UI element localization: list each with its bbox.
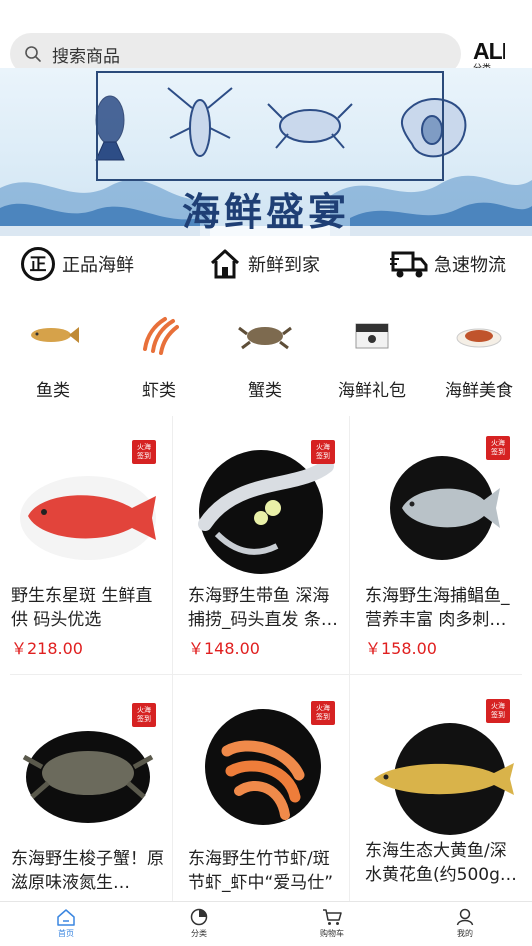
banner-fish-icon — [95, 95, 125, 161]
feature-fresh: 新鲜到家 — [208, 246, 320, 282]
product-image: 火海 签到 — [0, 679, 176, 839]
seafood-dish-category-icon — [426, 312, 532, 358]
category-giftbox[interactable]: 海鲜礼包 — [319, 300, 425, 410]
tab-cart[interactable]: 购物车 — [292, 908, 372, 939]
tab-profile-label: 我的 — [457, 929, 473, 938]
zheng-icon: 正 — [21, 247, 55, 281]
user-tab-icon — [456, 908, 474, 926]
banner-shell-icon — [401, 98, 467, 158]
banner-crab-icon — [267, 103, 353, 149]
giftbox-category-icon — [319, 312, 425, 358]
category-shrimp[interactable]: 虾类 — [106, 300, 212, 410]
feature-row: 正 正品海鲜 新鲜到家 急速物流 — [0, 236, 532, 292]
tab-home[interactable]: 首页 — [26, 908, 106, 939]
category-fish-label: 鱼类 — [36, 381, 70, 401]
category-crab[interactable]: 蟹类 — [212, 300, 318, 410]
product-grid: 火海 签到 野生东星斑 生鲜直供 码头优选 ￥218.00 火海 签到 东海野生带鱼… — [0, 416, 532, 902]
product-card[interactable]: 火海 签到 东海野生带鱼 深海捕捞_码头直发 条… ￥148.00 — [177, 416, 353, 678]
product-title: 东海野生竹节虾/斑节虾_虾中“爱马仕” — [188, 849, 334, 893]
product-image: 火海 签到 — [177, 416, 353, 576]
feature-shipping-label: 急速物流 — [434, 255, 506, 276]
product-title: 东海野生带鱼 深海捕捞_码头直发 条… — [188, 586, 338, 630]
category-food[interactable]: 海鲜美食 — [426, 300, 532, 410]
product-badge: 火海 签到 — [486, 699, 510, 723]
product-title: 东海野生海捕鲳鱼_营养丰富 肉多刺… — [365, 586, 510, 630]
product-card[interactable]: 火海 签到 野生东星斑 生鲜直供 码头优选 ￥218.00 — [0, 416, 176, 678]
product-badge: 火海 签到 — [132, 440, 156, 464]
fish-category-icon — [0, 312, 106, 358]
banner-title: 海鲜盛宴 — [181, 189, 350, 234]
category-giftbox-label: 海鲜礼包 — [338, 381, 406, 401]
bottom-tab-bar: 首页 分类 购物车 我的 — [0, 901, 532, 946]
product-badge: 火海 签到 — [311, 701, 335, 725]
product-title: 东海生态大黄鱼/深水黄花鱼(约500g… — [365, 841, 517, 885]
tab-home-label: 首页 — [58, 929, 74, 938]
pie-tab-icon — [190, 908, 208, 926]
tab-profile[interactable]: 我的 — [425, 908, 505, 939]
home-icon — [210, 249, 240, 279]
feature-genuine: 正 正品海鲜 — [20, 246, 134, 282]
product-price: ￥158.00 — [365, 639, 437, 658]
svg-text:正: 正 — [30, 255, 47, 275]
home-tab-icon — [57, 909, 75, 926]
feature-shipping: 急速物流 — [390, 246, 506, 282]
category-food-label: 海鲜美食 — [445, 381, 513, 401]
tab-category-label: 分类 — [191, 929, 207, 938]
promo-banner[interactable]: 海鲜盛宴 — [0, 68, 532, 236]
crab-category-icon — [212, 312, 318, 358]
product-image: 火海 签到 — [354, 416, 530, 576]
product-image: 火海 签到 — [177, 679, 353, 839]
search-header: 搜索商品 ALL 分类 — [0, 0, 532, 75]
product-badge: 火海 签到 — [486, 436, 510, 460]
product-badge: 火海 签到 — [132, 703, 156, 727]
all-categories-button[interactable]: ALL 分类 — [473, 38, 505, 68]
product-card[interactable]: 火海 签到 东海野生海捕鲳鱼_营养丰富 肉多刺… ￥158.00 — [354, 416, 530, 678]
product-price: ￥148.00 — [188, 639, 260, 658]
category-crab-label: 蟹类 — [248, 381, 282, 401]
truck-icon — [390, 251, 428, 278]
feature-genuine-label: 正品海鲜 — [62, 255, 134, 276]
shrimp-category-icon — [106, 312, 212, 358]
tab-cart-label: 购物车 — [320, 929, 344, 938]
category-row: 鱼类 虾类 蟹类 海鲜礼包 海鲜美食 — [0, 300, 532, 410]
product-title: 野生东星斑 生鲜直供 码头优选 — [11, 586, 153, 630]
product-badge: 火海 签到 — [311, 440, 335, 464]
search-placeholder: 搜索商品 — [52, 46, 120, 67]
banner-lobster-icon — [167, 87, 233, 157]
product-price: ￥218.00 — [11, 639, 83, 658]
category-fish[interactable]: 鱼类 — [0, 300, 106, 410]
cart-tab-icon — [323, 909, 342, 925]
tab-category[interactable]: 分类 — [159, 908, 239, 939]
search-icon — [25, 46, 41, 62]
product-image: 火海 签到 — [354, 679, 530, 839]
app-page: 搜索商品 ALL 分类 — [0, 0, 532, 946]
feature-fresh-label: 新鲜到家 — [248, 255, 320, 276]
category-shrimp-label: 虾类 — [142, 381, 176, 401]
all-label: ALL — [473, 38, 505, 64]
product-image: 火海 签到 — [0, 416, 176, 576]
product-title: 东海野生梭子蟹！原滋原味液氮生… — [11, 849, 164, 893]
